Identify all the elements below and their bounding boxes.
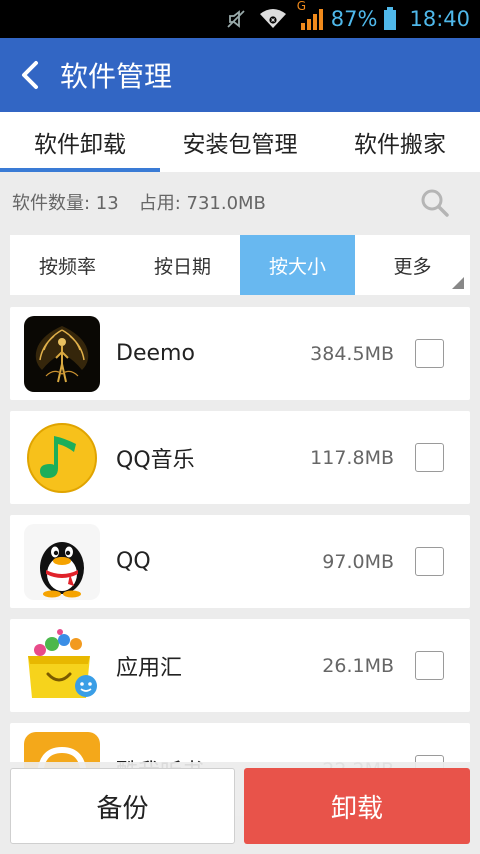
app-name: QQ音乐 bbox=[116, 447, 195, 473]
back-arrow-icon bbox=[22, 61, 38, 89]
app-size: 97.0MB bbox=[322, 550, 394, 573]
page-title: 软件管理 bbox=[60, 60, 173, 93]
sort-bar: 按频率 按日期 按大小 更多 bbox=[10, 235, 470, 295]
sort-more-label: 更多 bbox=[393, 255, 432, 278]
qq-penguin-icon bbox=[24, 524, 100, 600]
search-icon bbox=[421, 189, 449, 217]
app-size: 117.8MB bbox=[310, 446, 394, 469]
bottom-action-bar: 备份 卸载 bbox=[0, 762, 480, 854]
tab-package-manager[interactable]: 安装包管理 bbox=[160, 112, 320, 172]
app-name: Deemo bbox=[116, 341, 195, 366]
list-item[interactable]: 应用汇 26.1MB bbox=[10, 619, 470, 712]
app-size: 384.5MB bbox=[310, 342, 394, 365]
list-item[interactable]: Deemo 384.5MB bbox=[10, 307, 470, 400]
list-item[interactable]: QQ 97.0MB bbox=[10, 515, 470, 608]
summary-row: 软件数量: 13 占用: 731.0MB bbox=[0, 172, 480, 232]
back-button[interactable] bbox=[0, 38, 60, 112]
uninstall-button[interactable]: 卸载 bbox=[244, 768, 470, 844]
list-item[interactable]: QQ音乐 117.8MB bbox=[10, 411, 470, 504]
wifi-icon bbox=[259, 8, 287, 30]
sort-more[interactable]: 更多 bbox=[355, 235, 470, 295]
search-button[interactable] bbox=[420, 188, 450, 218]
select-checkbox[interactable] bbox=[415, 547, 444, 576]
tab-bar: 软件卸载 安装包管理 软件搬家 bbox=[0, 112, 480, 172]
battery-percent: 87% bbox=[330, 7, 378, 31]
app-name: QQ bbox=[116, 549, 151, 574]
signal-icon: G bbox=[297, 0, 325, 31]
sort-by-date[interactable]: 按日期 bbox=[125, 235, 240, 295]
deemo-icon bbox=[24, 316, 100, 392]
appchina-icon bbox=[24, 628, 100, 704]
select-checkbox[interactable] bbox=[415, 651, 444, 680]
dropdown-corner-icon bbox=[452, 277, 464, 289]
tab-app-move[interactable]: 软件搬家 bbox=[320, 112, 480, 172]
sort-by-frequency[interactable]: 按频率 bbox=[10, 235, 125, 295]
qq-music-icon bbox=[24, 420, 100, 496]
battery-icon bbox=[383, 7, 397, 31]
app-name: 应用汇 bbox=[116, 655, 183, 681]
status-bar: G 87% 18:40 bbox=[0, 0, 480, 38]
mute-icon bbox=[225, 8, 247, 30]
app-size: 26.1MB bbox=[322, 654, 394, 677]
clock: 18:40 bbox=[409, 7, 470, 31]
app-count-text: 软件数量: 13 bbox=[12, 193, 119, 214]
app-bar: 软件管理 bbox=[0, 38, 480, 112]
sort-by-size[interactable]: 按大小 bbox=[240, 235, 355, 295]
tab-uninstall[interactable]: 软件卸载 bbox=[0, 112, 160, 172]
backup-button[interactable]: 备份 bbox=[10, 768, 235, 844]
storage-used-text: 占用: 731.0MB bbox=[138, 193, 266, 214]
select-checkbox[interactable] bbox=[415, 339, 444, 368]
network-type-label: G bbox=[296, 0, 307, 13]
select-checkbox[interactable] bbox=[415, 443, 444, 472]
